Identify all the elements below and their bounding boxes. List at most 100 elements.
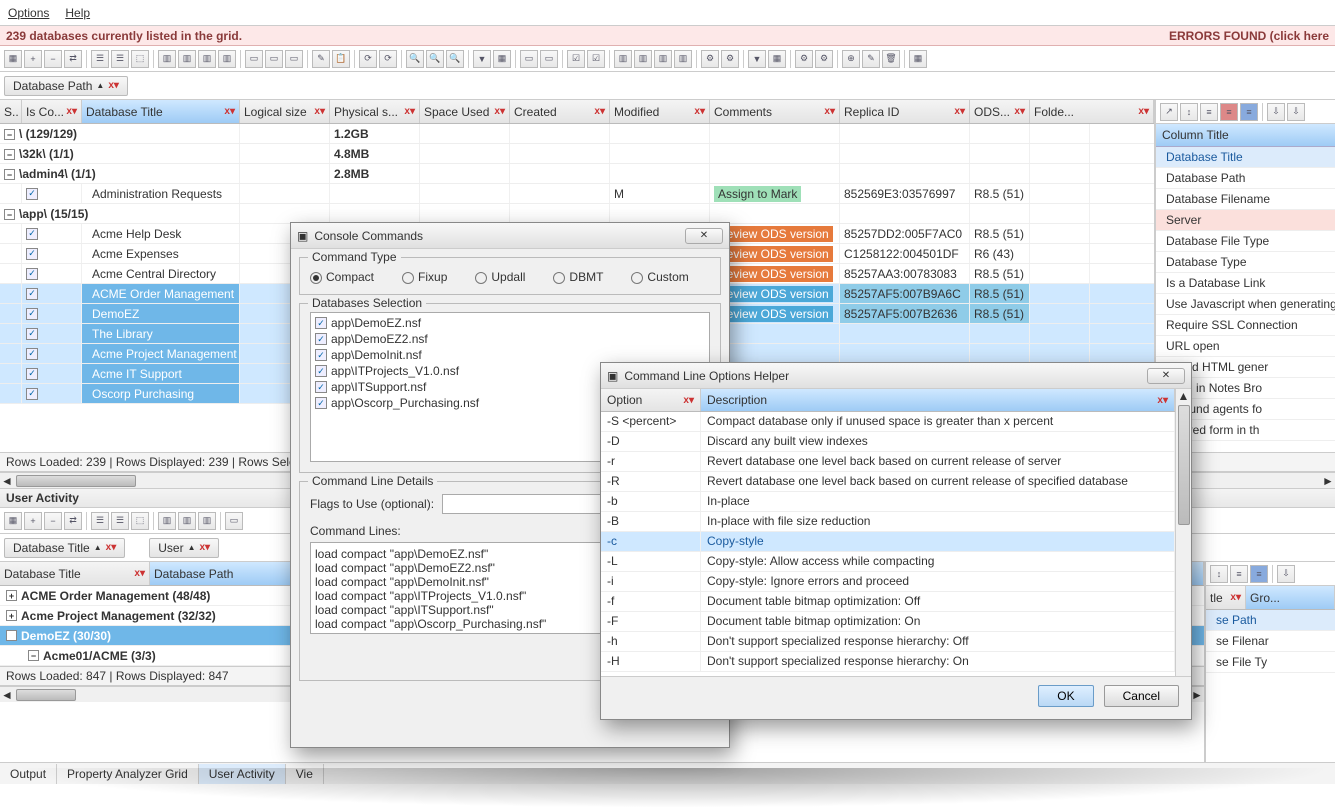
tool-icon[interactable]: − [44, 512, 62, 530]
tool-icon[interactable]: ⊕ [842, 50, 860, 68]
col-s[interactable]: S.. [0, 100, 22, 123]
ua-right-col-tle[interactable]: tlex▾ [1206, 586, 1246, 609]
col-folder[interactable]: Folde...x▾ [1030, 100, 1154, 123]
tool-icon[interactable]: ≡ [1200, 103, 1218, 121]
grouping-chip[interactable]: Database Title ▲x▾ [4, 538, 125, 558]
tool-icon[interactable]: ⇄ [64, 512, 82, 530]
tool-icon[interactable]: ☰ [91, 50, 109, 68]
tool-icon[interactable]: ≡ [1230, 565, 1248, 583]
grouping-chip[interactable]: Database Path ▲ x▾ [4, 76, 128, 96]
tool-icon[interactable]: ▥ [178, 50, 196, 68]
tool-icon[interactable]: ≡ [1220, 103, 1238, 121]
filter-icon[interactable]: ▼ [473, 50, 491, 68]
tool-icon[interactable]: ✎ [862, 50, 880, 68]
filter-icon[interactable]: x▾ [108, 80, 119, 91]
tool-icon[interactable]: ▥ [198, 50, 216, 68]
col-ods[interactable]: ODS...x▾ [970, 100, 1030, 123]
tool-icon[interactable]: − [44, 50, 62, 68]
tool-icon[interactable]: ▭ [265, 50, 283, 68]
cancel-button[interactable]: Cancel [1104, 685, 1179, 707]
radio-custom[interactable]: Custom [631, 270, 688, 284]
radio-dbmt[interactable]: DBMT [553, 270, 603, 284]
tool-icon[interactable]: ▦ [768, 50, 786, 68]
ua-right-col-gro[interactable]: Gro... [1246, 586, 1335, 609]
tool-icon[interactable]: ≡ [1240, 103, 1258, 121]
radio-fixup[interactable]: Fixup [402, 270, 447, 284]
zoom-in-icon[interactable]: 🔍 [406, 50, 424, 68]
tool-icon[interactable]: ▭ [285, 50, 303, 68]
col-option[interactable]: Optionx▾ [601, 389, 701, 411]
column-chooser-item[interactable]: Database File Type [1156, 231, 1335, 252]
tool-icon[interactable]: ✎ [312, 50, 330, 68]
tool-icon[interactable]: ⇩ [1267, 103, 1285, 121]
tool-icon[interactable]: ▥ [674, 50, 692, 68]
tool-icon[interactable]: ▥ [654, 50, 672, 68]
col-logical[interactable]: Logical sizex▾ [240, 100, 330, 123]
col-iscon[interactable]: Is Co...x▾ [22, 100, 82, 123]
status-errors-found[interactable]: ERRORS FOUND (click here [1169, 29, 1329, 43]
filter-icon[interactable]: ▼ [748, 50, 766, 68]
menu-help[interactable]: Help [65, 6, 90, 20]
tool-icon[interactable]: ▥ [178, 512, 196, 530]
column-chooser-item[interactable]: Require SSL Connection [1156, 315, 1335, 336]
tool-icon[interactable]: 🗑 [882, 50, 900, 68]
tool-icon[interactable]: ▭ [245, 50, 263, 68]
column-chooser-item[interactable]: URL open [1156, 336, 1335, 357]
tool-icon[interactable]: ⚙ [701, 50, 719, 68]
dialog-titlebar[interactable]: ▣Console Commands ✕ [291, 223, 729, 249]
tool-icon[interactable]: ▦ [909, 50, 927, 68]
column-chooser-item[interactable]: Database Filename [1156, 189, 1335, 210]
col-comments[interactable]: Commentsx▾ [710, 100, 840, 123]
dialog-titlebar[interactable]: ▣Command Line Options Helper ✕ [601, 363, 1191, 389]
helper-grid-body[interactable]: -S <percent>Compact database only if unu… [601, 412, 1175, 676]
tool-icon[interactable]: ↕ [1210, 565, 1228, 583]
tool-icon[interactable]: + [24, 50, 42, 68]
tool-icon[interactable]: ☰ [111, 50, 129, 68]
grouping-chip[interactable]: User ▲x▾ [149, 538, 219, 558]
tool-icon[interactable]: ⬚ [131, 50, 149, 68]
tool-icon[interactable]: ▦ [493, 50, 511, 68]
zoom-fit-icon[interactable]: 🔍 [446, 50, 464, 68]
tool-icon[interactable]: 📋 [332, 50, 350, 68]
tool-icon[interactable]: ↕ [1180, 103, 1198, 121]
tool-icon[interactable]: ▥ [634, 50, 652, 68]
tool-icon[interactable]: ▭ [520, 50, 538, 68]
tool-icon[interactable]: ▭ [540, 50, 558, 68]
tool-icon[interactable]: ⟳ [359, 50, 377, 68]
tool-icon[interactable]: ▥ [198, 512, 216, 530]
tool-icon[interactable]: ▥ [614, 50, 632, 68]
column-chooser-header[interactable]: Column Title [1156, 124, 1335, 147]
col-description[interactable]: Descriptionx▾ [701, 389, 1175, 411]
close-icon[interactable]: ✕ [685, 228, 723, 244]
tool-icon[interactable]: ⟳ [379, 50, 397, 68]
tool-icon[interactable]: ▥ [158, 50, 176, 68]
column-chooser-item[interactable]: Is a Database Link [1156, 273, 1335, 294]
tool-icon[interactable]: ⬚ [131, 512, 149, 530]
column-chooser-item[interactable]: Use Javascript when generating [1156, 294, 1335, 315]
col-modified[interactable]: Modifiedx▾ [610, 100, 710, 123]
tool-icon[interactable]: ☰ [111, 512, 129, 530]
tool-icon[interactable]: ⚙ [721, 50, 739, 68]
column-chooser-item[interactable]: Database Title [1156, 147, 1335, 168]
column-chooser-item[interactable]: Server [1156, 210, 1335, 231]
column-chooser-item[interactable]: Database Type [1156, 252, 1335, 273]
tool-icon[interactable]: ⇄ [64, 50, 82, 68]
tool-icon[interactable]: ▥ [218, 50, 236, 68]
close-icon[interactable]: ✕ [1147, 368, 1185, 384]
col-title[interactable]: Database Titlex▾ [82, 100, 240, 123]
tool-icon[interactable]: ≡ [1250, 565, 1268, 583]
vertical-scrollbar[interactable]: ▲ [1175, 389, 1191, 676]
tool-icon[interactable]: ↗ [1160, 103, 1178, 121]
col-space[interactable]: Space Usedx▾ [420, 100, 510, 123]
col-replica[interactable]: Replica IDx▾ [840, 100, 970, 123]
zoom-out-icon[interactable]: 🔍 [426, 50, 444, 68]
tool-icon[interactable]: ▦ [4, 512, 22, 530]
radio-compact[interactable]: Compact [310, 270, 374, 284]
ok-button[interactable]: OK [1038, 685, 1093, 707]
tool-icon[interactable]: ☑ [587, 50, 605, 68]
radio-updall[interactable]: Updall [475, 270, 525, 284]
tool-icon[interactable]: + [24, 512, 42, 530]
ua-col-title[interactable]: Database Titlex▾ [0, 562, 150, 585]
col-physical[interactable]: Physical s...x▾ [330, 100, 420, 123]
col-created[interactable]: Createdx▾ [510, 100, 610, 123]
